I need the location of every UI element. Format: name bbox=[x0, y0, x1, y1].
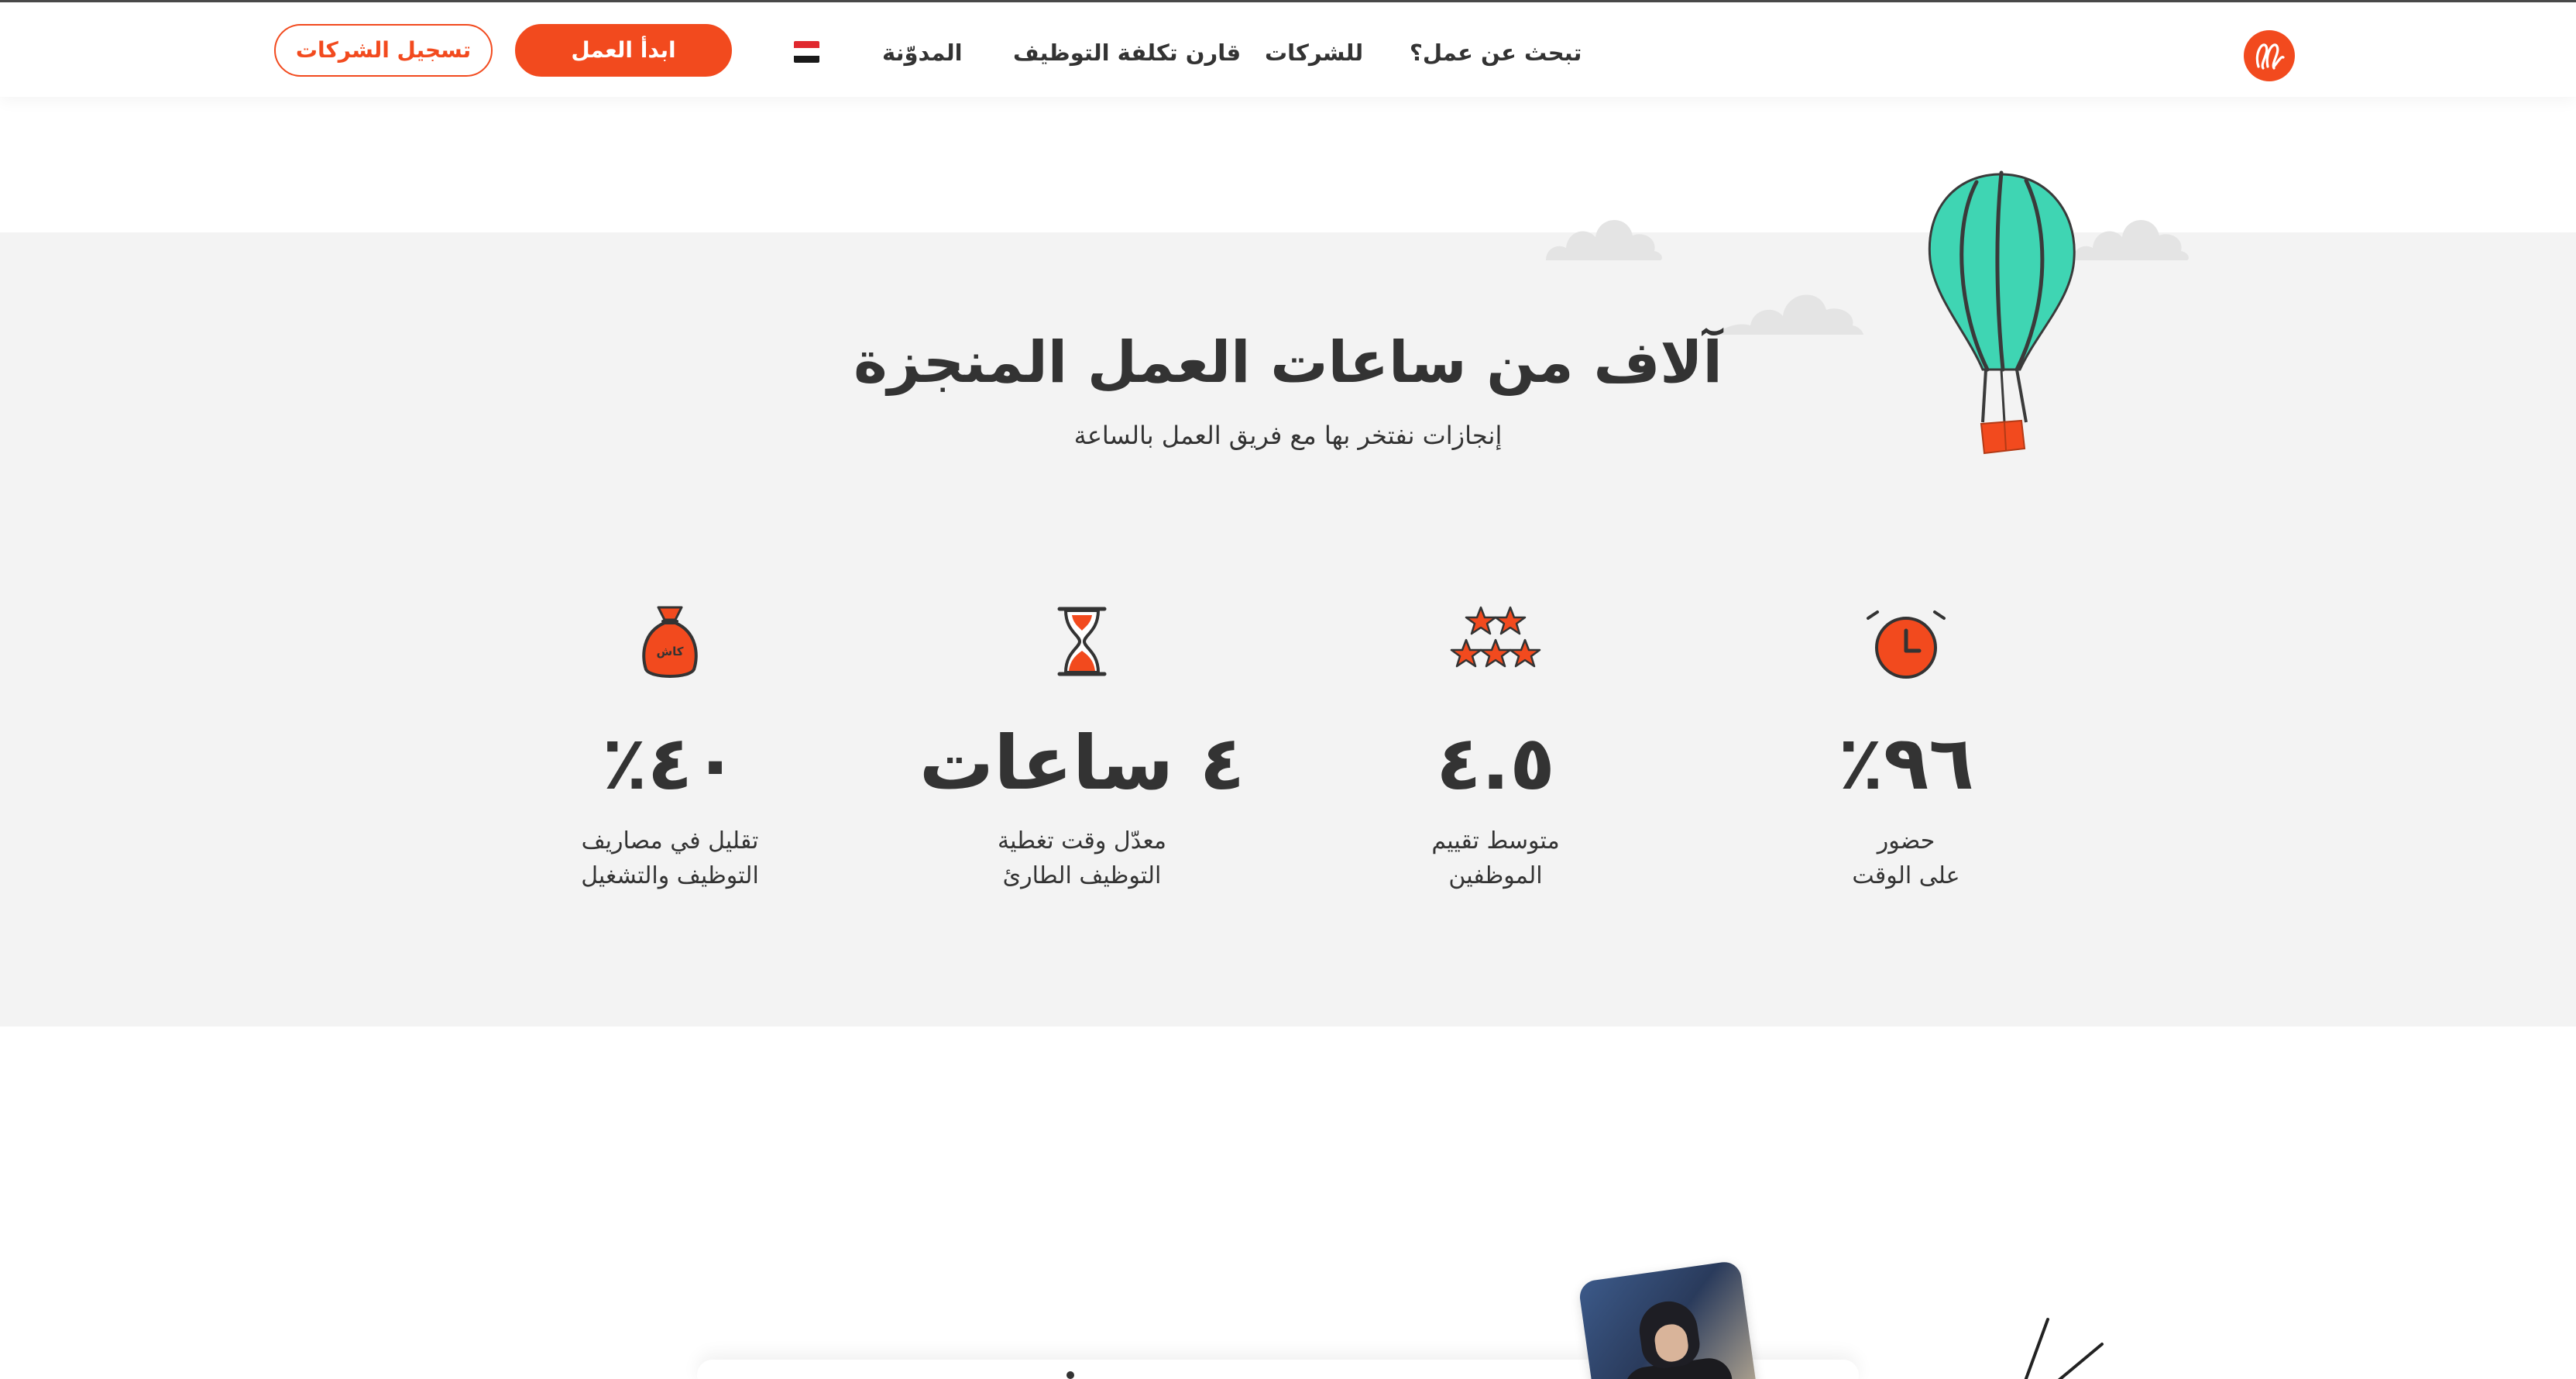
stat-value: ٩٦٪ bbox=[1838, 720, 1974, 806]
stat-card: ٤.٥ متوسط تقييم الموظفين bbox=[1302, 604, 1689, 893]
stat-card: كاش ٤٠٪ تقليل في مصاريف التوظيف والتشغيل bbox=[476, 604, 864, 893]
svg-text:كاش: كاش bbox=[656, 645, 683, 659]
stat-value: ٤٠٪ bbox=[602, 720, 738, 806]
nav-blog[interactable]: المدوّنة bbox=[882, 36, 963, 69]
stars-icon bbox=[1450, 606, 1541, 668]
stat-value: ٤.٥ bbox=[1436, 720, 1555, 806]
cloud-decoration bbox=[1715, 294, 1863, 335]
site-header: تبحث عن عمل؟ للشركات قارن تكلفة التوظيف … bbox=[0, 2, 2576, 97]
money-bag-icon: كاش bbox=[642, 606, 698, 678]
alarm-clock-icon bbox=[1867, 610, 1946, 679]
brand-logo-icon[interactable] bbox=[2243, 29, 2296, 82]
stat-label: تقليل في مصاريف التوظيف والتشغيل bbox=[581, 827, 759, 889]
stat-label: معدّل وقت تغطية التوظيف الطارئ bbox=[997, 827, 1166, 889]
cloud-decoration bbox=[1546, 219, 1662, 260]
stat-label: حضور على الوقت bbox=[1852, 827, 1960, 889]
cloud-decoration bbox=[2073, 219, 2189, 260]
sparkle-lines-icon bbox=[2024, 1318, 2104, 1379]
section-title: آلاف من ساعات العمل المنجزة bbox=[854, 329, 1722, 396]
stat-card: ٤ ساعات معدّل وقت تغطية التوظيف الطارئ bbox=[888, 604, 1276, 893]
start-work-button[interactable]: ابدأ العمل bbox=[515, 24, 732, 77]
hot-air-balloon-illustration bbox=[1928, 170, 2076, 455]
stat-card: ٩٦٪ حضور على الوقت bbox=[1712, 604, 2100, 893]
egypt-flag-icon[interactable] bbox=[794, 41, 819, 63]
section-subtitle: إنجازات نفتخر بها مع فريق العمل بالساعة bbox=[1073, 421, 1503, 450]
nav-compare-cost[interactable]: قارن تكلفة التوظيف bbox=[1013, 36, 1241, 69]
stat-value: ٤ ساعات bbox=[919, 720, 1245, 806]
register-companies-button[interactable]: تسجيل الشركات bbox=[274, 24, 493, 77]
worker-photo bbox=[1578, 1260, 1760, 1379]
nav-find-job[interactable]: تبحث عن عمل؟ bbox=[1410, 36, 1582, 69]
nav-for-companies[interactable]: للشركات bbox=[1265, 36, 1363, 69]
decorative-dot bbox=[1066, 1371, 1074, 1379]
stat-label: متوسط تقييم الموظفين bbox=[1431, 827, 1560, 889]
hourglass-icon bbox=[1057, 607, 1107, 676]
